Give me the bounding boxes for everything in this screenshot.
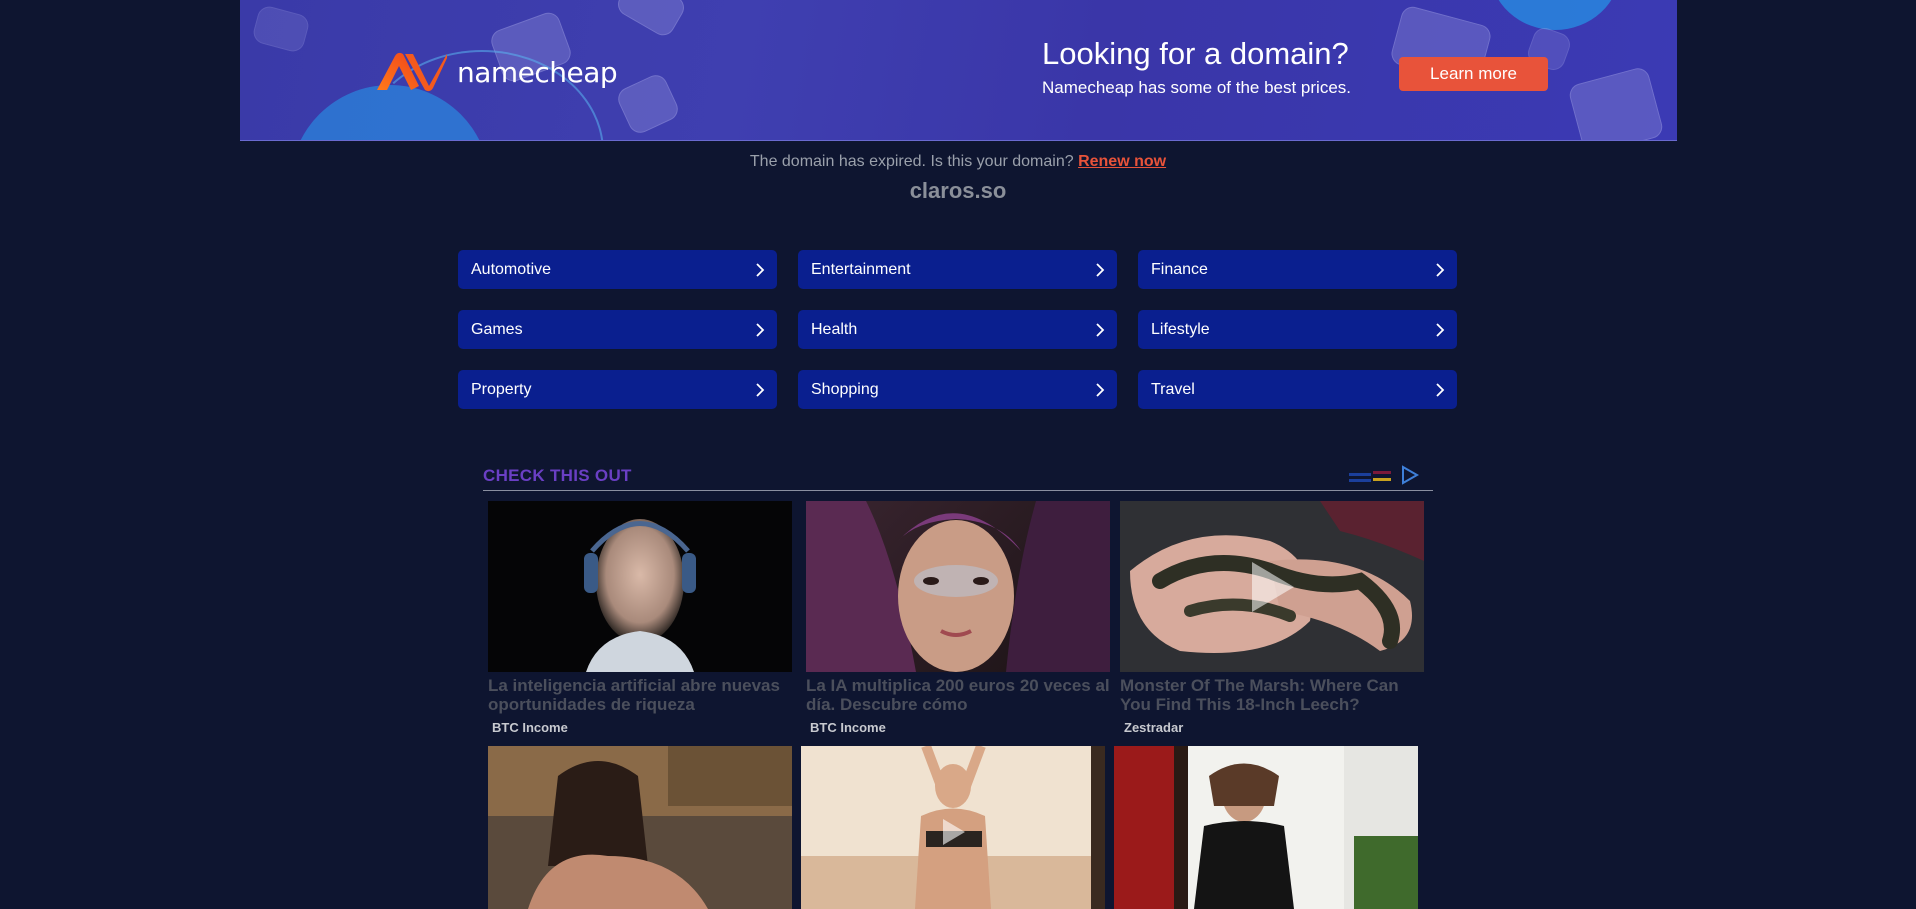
learn-more-button[interactable]: Learn more (1399, 57, 1548, 91)
domain-name: claros.so (909, 178, 1007, 203)
category-label: Games (471, 320, 523, 338)
category-shopping[interactable]: Shopping (798, 370, 1117, 409)
decorative-card (613, 0, 689, 40)
category-property[interactable]: Property (458, 370, 777, 409)
woman-black-suit-image (1114, 746, 1418, 909)
card-thumbnail (801, 746, 1105, 909)
category-label: Property (471, 380, 532, 398)
play-icon[interactable] (939, 816, 967, 848)
chevron-right-icon (1436, 382, 1445, 397)
expired-text: The domain has expired. Is this your dom… (749, 153, 1074, 170)
chevron-right-icon (756, 322, 765, 337)
chevron-right-icon (1096, 322, 1105, 337)
feed-title: CHECK THIS OUT (483, 466, 632, 485)
content-card[interactable]: Monster Of The Marsh: Where Can You Find… (1120, 501, 1424, 735)
category-health[interactable]: Health (798, 310, 1117, 349)
chevron-right-icon (1436, 322, 1445, 337)
namecheap-logo-icon (377, 52, 447, 92)
chevron-right-icon (1096, 382, 1105, 397)
category-automotive[interactable]: Automotive (458, 250, 777, 289)
card-headline[interactable]: La inteligencia artificial abre nuevas o… (488, 676, 792, 714)
category-label: Finance (1151, 260, 1208, 278)
card-source: BTC Income (810, 720, 886, 735)
ad-network-logo-icon[interactable] (1343, 463, 1433, 487)
card-headline[interactable]: La IA multiplica 200 euros 20 veces al d… (806, 676, 1110, 714)
content-card[interactable] (1114, 746, 1418, 909)
banner-subheadline: Namecheap has some of the best prices. (1042, 78, 1351, 97)
decorative-card (614, 71, 682, 137)
card-source: Zestradar (1124, 720, 1184, 735)
feed-header: CHECK THIS OUT (483, 460, 1433, 491)
play-icon[interactable] (1246, 558, 1298, 616)
chevron-right-icon (756, 382, 765, 397)
namecheap-ad-banner[interactable]: namecheap Looking for a domain? Namechea… (240, 0, 1677, 141)
chevron-right-icon (756, 262, 765, 277)
content-card[interactable]: La IA multiplica 200 euros 20 veces al d… (806, 501, 1110, 735)
category-travel[interactable]: Travel (1138, 370, 1457, 409)
card-thumbnail (488, 501, 792, 672)
content-card[interactable] (488, 746, 792, 909)
banner-headline: Looking for a domain? (1042, 36, 1349, 71)
woman-glitter-makeup-image (806, 501, 1110, 672)
chevron-right-icon (1436, 262, 1445, 277)
robot-woman-image (584, 519, 696, 672)
card-thumbnail (1120, 501, 1424, 672)
decorative-card (1567, 65, 1665, 140)
category-label: Health (811, 320, 858, 338)
decorative-card (250, 3, 312, 55)
brand-name: namecheap (457, 55, 618, 89)
namecheap-logo[interactable]: namecheap (375, 50, 618, 94)
category-entertainment[interactable]: Entertainment (798, 250, 1117, 289)
category-games[interactable]: Games (458, 310, 777, 349)
category-label: Lifestyle (1151, 320, 1210, 338)
card-thumbnail (488, 746, 792, 909)
decorative-circle (1490, 0, 1620, 30)
category-finance[interactable]: Finance (1138, 250, 1457, 289)
woman-kitchen-image (488, 746, 792, 909)
card-thumbnail (806, 501, 1110, 672)
category-label: Shopping (811, 380, 879, 398)
category-label: Travel (1151, 380, 1195, 398)
content-card[interactable]: La inteligencia artificial abre nuevas o… (488, 501, 792, 735)
category-label: Automotive (471, 260, 552, 278)
chevron-right-icon (1096, 262, 1105, 277)
domain-expired-notice: The domain has expired. Is this your dom… (0, 153, 1916, 171)
card-source: BTC Income (492, 720, 568, 735)
content-card[interactable] (801, 746, 1105, 909)
card-thumbnail (1114, 746, 1418, 909)
category-label: Entertainment (811, 260, 911, 278)
category-lifestyle[interactable]: Lifestyle (1138, 310, 1457, 349)
category-grid: Automotive Entertainment Finance Games H… (458, 250, 1458, 409)
renew-now-link[interactable]: Renew now (1078, 153, 1166, 170)
card-headline[interactable]: Monster Of The Marsh: Where Can You Find… (1120, 676, 1424, 714)
